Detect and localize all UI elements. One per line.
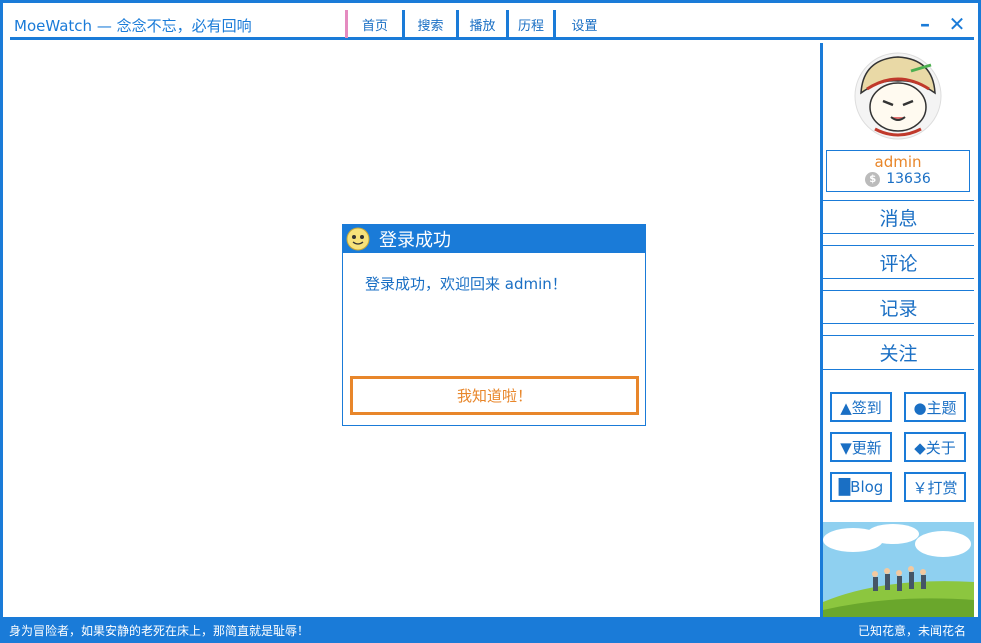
tab-search[interactable]: 搜索 <box>405 10 459 38</box>
sidebar-item-comments[interactable]: 评论 <box>823 245 974 279</box>
close-icon[interactable]: ✕ <box>947 14 967 34</box>
tab-settings[interactable]: 设置 <box>556 10 613 38</box>
theme-button[interactable]: ●主题 <box>904 392 966 422</box>
username[interactable]: admin <box>827 153 969 171</box>
dialog-title: 登录成功 <box>379 230 451 251</box>
avatar[interactable] <box>853 51 943 141</box>
sidebar-item-messages[interactable]: 消息 <box>823 200 974 234</box>
status-quote-right: 已知花意，未闻花名 <box>857 624 966 638</box>
smiley-icon <box>346 227 370 251</box>
app-title: MoeWatch — 念念不忘，必有回响 <box>14 17 252 35</box>
donate-button[interactable]: ￥打赏 <box>904 472 966 502</box>
minimize-icon[interactable]: – <box>915 14 935 34</box>
title-bar[interactable]: MoeWatch — 念念不忘，必有回响 首页 搜索 播放 历程 设置 – ✕ <box>10 10 974 40</box>
coin-count: 13636 <box>886 171 931 187</box>
user-info-box: admin $ 13636 <box>826 150 970 192</box>
update-button[interactable]: ▼更新 <box>830 432 892 462</box>
blog-button[interactable]: █Blog <box>830 472 892 502</box>
dialog-message: 登录成功，欢迎回来 admin！ <box>365 275 567 293</box>
sidebar-item-records[interactable]: 记录 <box>823 290 974 324</box>
status-quote-left: 身为冒险者，如果安静的老死在床上，那简直就是耻辱！ <box>9 624 310 638</box>
checkin-button[interactable]: ▲签到 <box>830 392 892 422</box>
tab-home[interactable]: 首页 <box>348 10 405 38</box>
app-window: MoeWatch — 念念不忘，必有回响 首页 搜索 播放 历程 设置 – ✕ … <box>0 0 981 643</box>
tab-history[interactable]: 历程 <box>509 10 556 38</box>
dialog-header[interactable]: 登录成功 <box>343 225 645 253</box>
sidebar: admin $ 13636 消息 评论 记录 关注 ▲签到 ●主题 ▼更新 ◆关… <box>823 43 974 617</box>
tab-play[interactable]: 播放 <box>459 10 509 38</box>
login-success-dialog: 登录成功 登录成功，欢迎回来 admin！ 我知道啦！ <box>342 224 646 426</box>
coin-icon: $ <box>865 171 881 187</box>
dialog-confirm-button[interactable]: 我知道啦！ <box>350 376 639 415</box>
coin-balance: $ 13636 <box>827 171 969 187</box>
status-bar: 身为冒险者，如果安静的老死在床上，那简直就是耻辱！ 已知花意，未闻花名 <box>3 617 978 643</box>
sidebar-illustration <box>823 522 974 617</box>
about-button[interactable]: ◆关于 <box>904 432 966 462</box>
sidebar-item-follows[interactable]: 关注 <box>823 335 974 370</box>
